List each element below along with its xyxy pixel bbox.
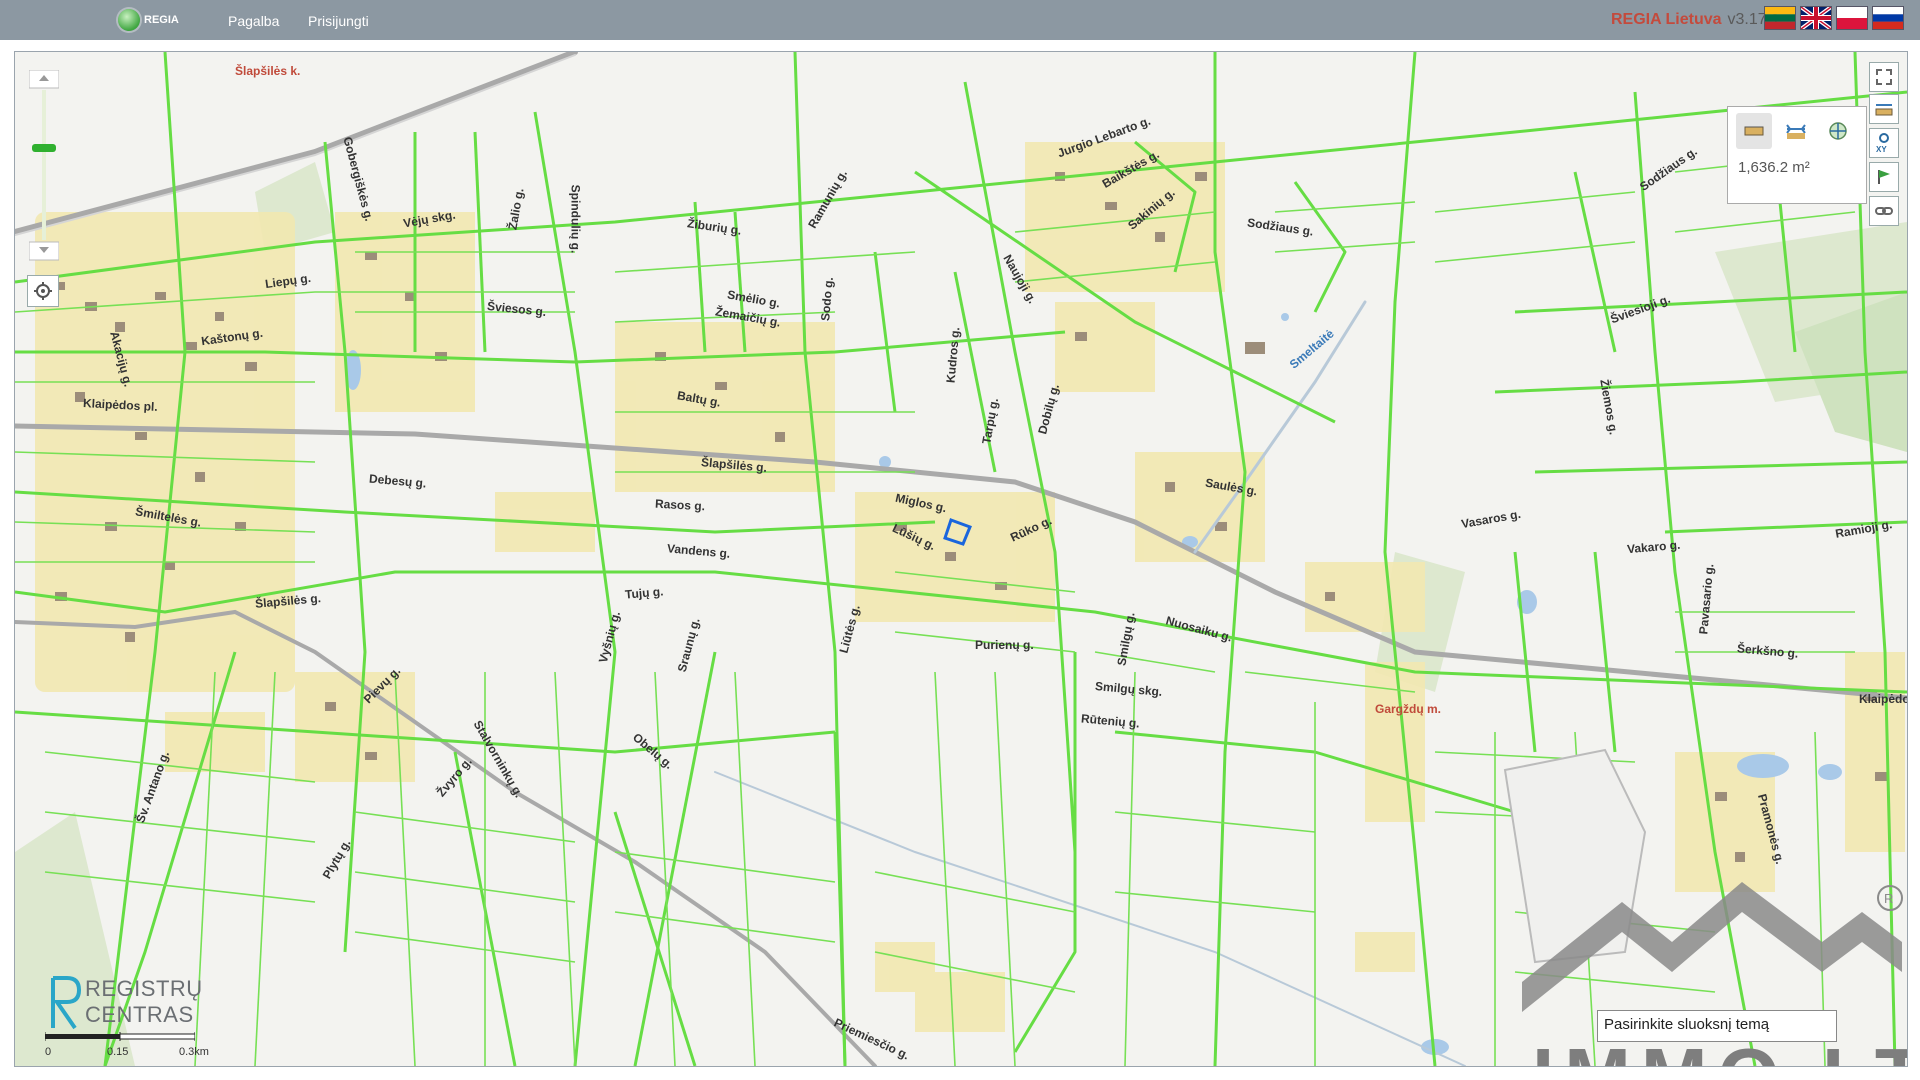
xy-icon: XY [1876,133,1889,154]
coordinate-button[interactable] [1820,113,1856,149]
area-measure-button[interactable] [1736,113,1772,149]
ru-flag-icon[interactable] [1872,6,1904,30]
scale-label: 0 [45,1046,52,1058]
registru-centras-icon [51,976,82,1030]
map-viewport[interactable]: Šlapšilės k. Gobergiškės g. Vėjų skg. Ža… [14,51,1908,1067]
nav-help[interactable]: Pagalba [228,13,279,29]
measure-tool-button[interactable] [1869,94,1899,124]
flag-icon [1878,170,1890,184]
fullscreen-button[interactable] [1869,62,1899,92]
measure-tool-icon [1875,104,1893,116]
brand-title: REGIA Lietuva v3.17.1 [1611,11,1780,29]
regia-logo[interactable]: REGIA [118,6,179,34]
measure-panel: 1,636.2 m² [1727,106,1867,204]
scale-label: 0.3km [179,1046,209,1058]
en-flag-icon[interactable] [1800,6,1832,30]
zoom-slider-handle[interactable] [32,144,56,152]
scale-bar: 0 0.15 0.3km [45,1032,209,1062]
distance-measure-button[interactable] [1778,113,1814,149]
zoom-control[interactable] [28,69,60,262]
top-bar: REGIA Pagalba Prisijungti REGIA Lietuva v… [0,0,1920,40]
fullscreen-icon [1876,69,1892,85]
coordinate-icon [1829,122,1847,140]
nav-login[interactable]: Prisijungti [308,13,369,29]
link-button[interactable] [1869,196,1899,226]
centras-text: CENTRAS [85,1002,194,1027]
registru-centras-logo: REGISTRŲ CENTRAS [45,974,202,1036]
svg-text:XY: XY [1876,145,1887,154]
registru-text: REGISTRŲ [85,976,203,1001]
layer-theme-select[interactable]: Pasirinkite sluoksnį temą [1597,1010,1837,1042]
link-icon [1875,207,1893,215]
pl-flag-icon[interactable] [1836,6,1868,30]
parcel-map[interactable] [15,52,1907,1066]
flag-button[interactable] [1869,162,1899,192]
logo-text: REGIA [144,14,179,26]
brand-name: REGIA Lietuva [1610,11,1722,28]
xy-button[interactable]: XY [1869,128,1899,158]
distance-measure-icon [1786,124,1806,139]
regia-logo-icon [118,9,140,31]
scale-label: 0.15 [107,1046,129,1058]
area-measure-icon [1744,126,1764,136]
lt-flag-icon[interactable] [1764,6,1796,30]
locate-icon [34,282,52,300]
locate-button[interactable] [27,275,59,307]
area-value: 1,636.2 m² [1738,159,1810,176]
